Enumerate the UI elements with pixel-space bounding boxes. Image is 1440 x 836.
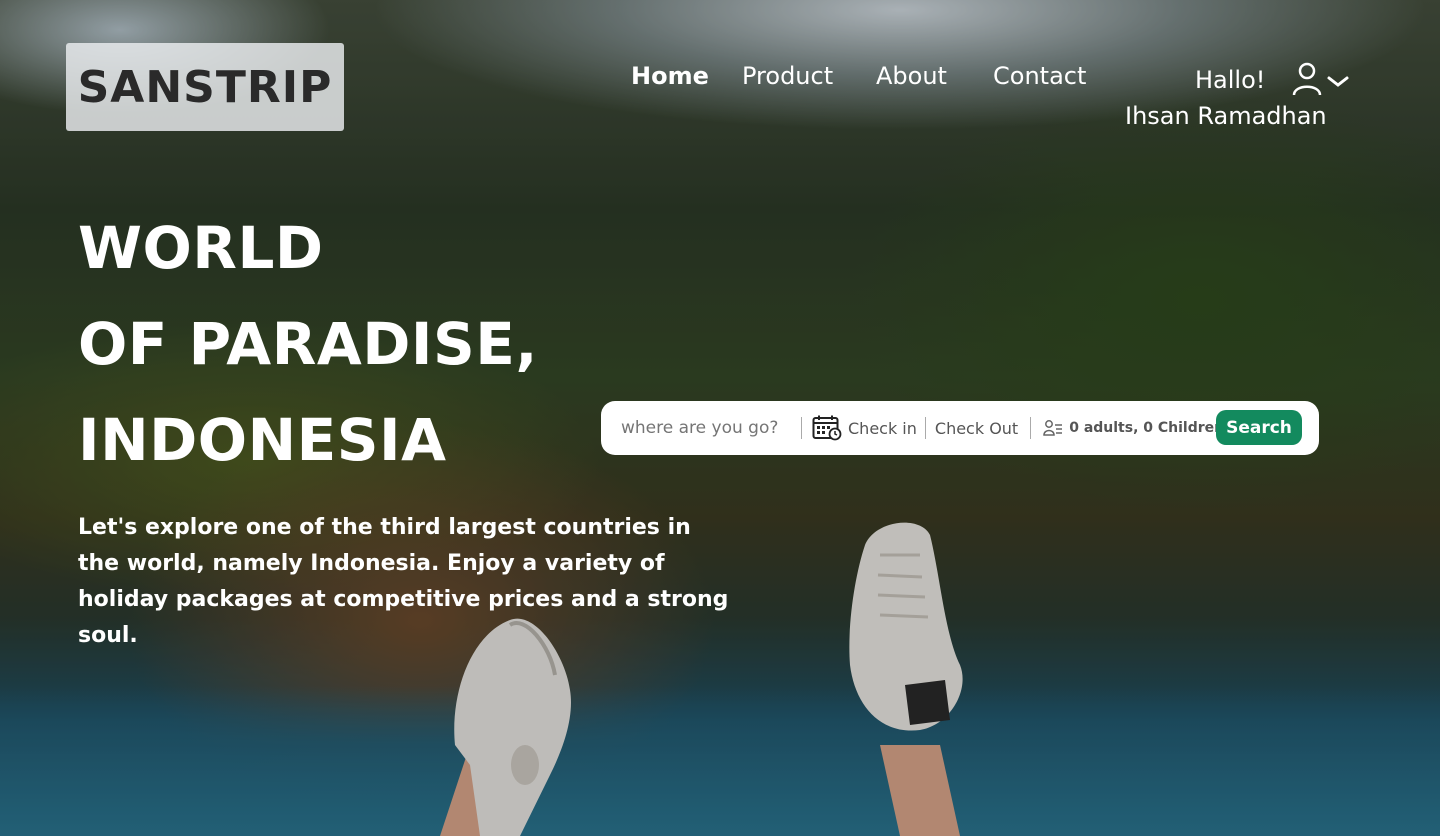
nav-item-home[interactable]: Home	[631, 62, 709, 90]
check-out-field[interactable]: Check Out	[935, 419, 1018, 438]
user-name: Ihsan Ramadhan	[1125, 102, 1327, 130]
hero-section: SANSTRIP Home Product About Contact Hall…	[0, 0, 1440, 836]
divider	[924, 417, 926, 439]
divider	[801, 417, 802, 439]
hero-title-line-2: OF PARADISE,	[78, 310, 538, 378]
check-in-label: Check in	[848, 418, 917, 438]
brand-logo[interactable]: SANSTRIP	[66, 43, 344, 131]
hero-title-line-1: WORLD	[78, 214, 324, 282]
hero-title-line-3: INDONESIA	[78, 406, 447, 474]
divider	[1030, 417, 1032, 439]
nav-item-contact[interactable]: Contact	[993, 62, 1086, 90]
search-button[interactable]: Search	[1216, 410, 1302, 445]
guests-field[interactable]: 0 adults, 0 Children	[1043, 419, 1224, 437]
destination-input[interactable]	[621, 418, 791, 438]
search-bar: Check in Check Out 0 adults, 0 Children …	[601, 401, 1319, 455]
nav-item-about[interactable]: About	[876, 62, 947, 90]
user-menu[interactable]: Hallo! Ihsan Ramadhan	[1125, 62, 1355, 137]
brand-logo-text: SANSTRIP	[77, 61, 333, 113]
user-icon[interactable]	[1291, 62, 1323, 96]
hero-title: WORLD OF PARADISE, INDONESIA	[78, 200, 538, 488]
hero-description: Let's explore one of the third largest c…	[78, 515, 729, 648]
calendar-icon	[812, 415, 842, 441]
guests-label: 0 adults, 0 Children	[1069, 420, 1225, 436]
check-in-field[interactable]: Check in	[812, 415, 917, 441]
user-greeting: Hallo!	[1195, 66, 1266, 94]
check-out-label: Check Out	[934, 418, 1019, 438]
chevron-down-icon[interactable]	[1327, 76, 1349, 88]
nav-item-product[interactable]: Product	[742, 62, 833, 90]
users-icon	[1043, 420, 1063, 436]
